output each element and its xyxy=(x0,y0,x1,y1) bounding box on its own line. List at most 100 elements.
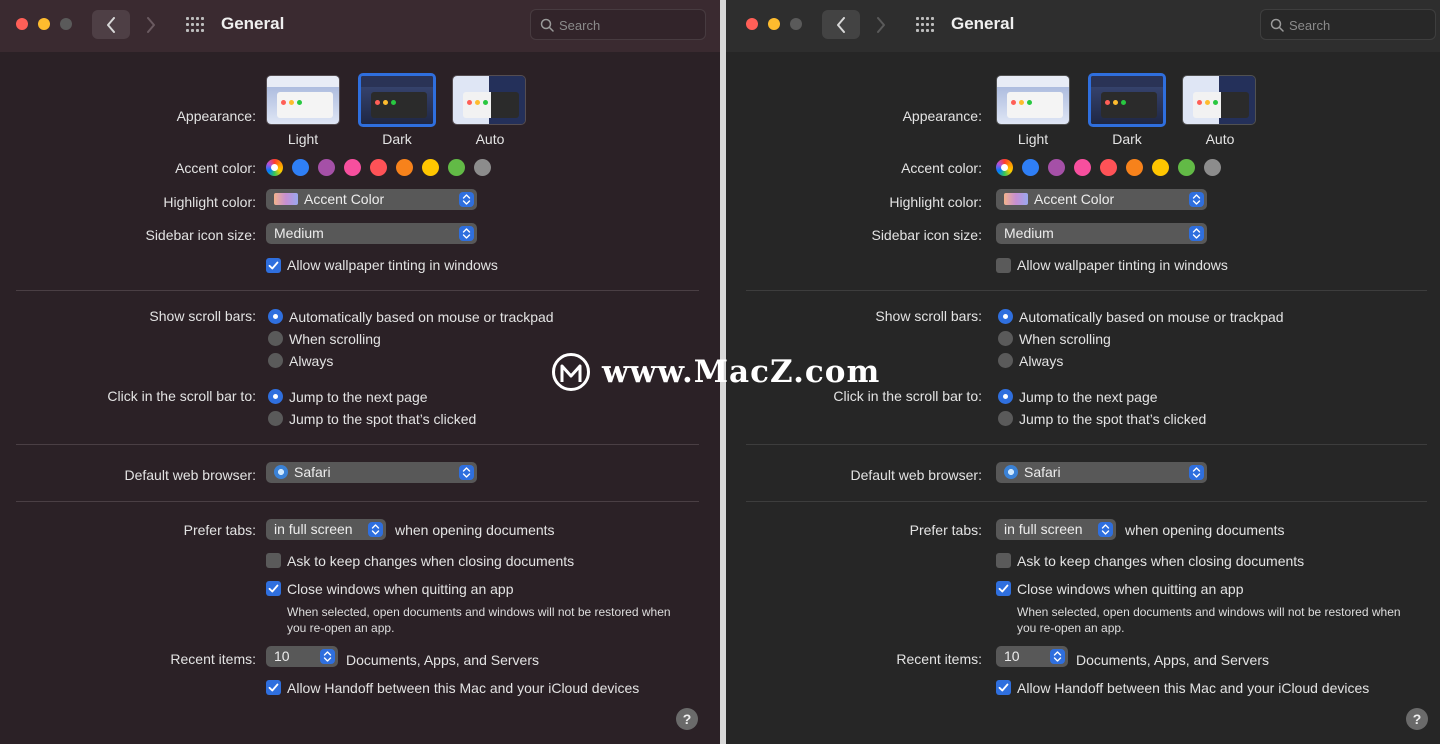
appearance-light-thumbnail[interactable] xyxy=(266,75,340,125)
search-field[interactable] xyxy=(530,9,706,40)
appearance-dark-label: Dark xyxy=(1112,131,1142,147)
divider xyxy=(16,501,699,502)
help-button[interactable]: ? xyxy=(1406,708,1428,730)
show-scroll-bars-label: Show scroll bars: xyxy=(149,308,256,324)
appearance-dark-thumbnail[interactable] xyxy=(358,73,436,127)
divider xyxy=(16,290,699,291)
accent-yellow-swatch[interactable] xyxy=(422,159,439,176)
accent-orange-swatch[interactable] xyxy=(396,159,413,176)
updown-arrows-icon xyxy=(1189,192,1204,207)
divider xyxy=(746,290,1427,291)
zoom-window-button[interactable] xyxy=(60,18,72,30)
handoff-checkbox[interactable] xyxy=(266,680,281,695)
window-title: General xyxy=(221,14,285,33)
close-windows-checkbox[interactable] xyxy=(266,581,281,596)
default-browser-popup[interactable]: Safari xyxy=(996,462,1207,483)
accent-yellow-swatch[interactable] xyxy=(1152,159,1169,176)
appearance-auto-thumbnail[interactable] xyxy=(452,75,526,125)
appearance-dark-thumbnail[interactable] xyxy=(1088,73,1166,127)
accent-multicolor-swatch[interactable] xyxy=(266,159,283,176)
sidebar-icon-size-popup[interactable]: Medium xyxy=(266,223,477,244)
updown-arrows-icon xyxy=(1189,465,1204,480)
minimize-window-button[interactable] xyxy=(38,18,50,30)
click-scroll-bar-label: Click in the scroll bar to: xyxy=(107,388,256,404)
sidebar-icon-size-value: Medium xyxy=(274,225,324,241)
scroll-auto-radio[interactable] xyxy=(268,309,283,324)
checkmark-icon xyxy=(998,683,1009,692)
close-window-button[interactable] xyxy=(16,18,28,30)
handoff-checkbox[interactable] xyxy=(996,680,1011,695)
handoff-label: Allow Handoff between this Mac and your … xyxy=(287,680,640,696)
accent-blue-swatch[interactable] xyxy=(292,159,309,176)
highlight-color-value: Accent Color xyxy=(1034,191,1115,207)
search-input[interactable] xyxy=(559,15,699,35)
show-all-grid-icon[interactable] xyxy=(186,17,206,33)
minimize-window-button[interactable] xyxy=(768,18,780,30)
highlight-color-popup[interactable]: Accent Color xyxy=(266,189,477,210)
updown-arrows-icon xyxy=(320,649,335,664)
wallpaper-tinting-checkbox[interactable] xyxy=(266,258,281,273)
scroll-when-scrolling-radio[interactable] xyxy=(268,331,283,346)
highlight-color-popup[interactable]: Accent Color xyxy=(996,189,1207,210)
search-input[interactable] xyxy=(1289,15,1429,35)
accent-red-swatch[interactable] xyxy=(1100,159,1117,176)
search-icon xyxy=(1270,18,1284,32)
accent-green-swatch[interactable] xyxy=(1178,159,1195,176)
close-windows-label: Close windows when quitting an app xyxy=(287,581,514,597)
prefer-tabs-label: Prefer tabs: xyxy=(183,522,256,538)
wallpaper-tinting-checkbox[interactable] xyxy=(996,258,1011,273)
sidebar-icon-size-popup[interactable]: Medium xyxy=(996,223,1207,244)
accent-red-swatch[interactable] xyxy=(370,159,387,176)
updown-arrows-icon xyxy=(459,192,474,207)
accent-purple-swatch[interactable] xyxy=(318,159,335,176)
recent-items-popup[interactable]: 10 xyxy=(996,646,1068,667)
jump-next-page-radio[interactable] xyxy=(268,389,283,404)
default-browser-value: Safari xyxy=(294,464,331,480)
titlebar: General xyxy=(726,0,1440,52)
appearance-light-thumbnail[interactable] xyxy=(996,75,1070,125)
forward-button[interactable] xyxy=(132,10,170,39)
jump-to-spot-radio[interactable] xyxy=(268,411,283,426)
ask-keep-changes-label: Ask to keep changes when closing documen… xyxy=(1017,553,1305,569)
prefer-tabs-popup[interactable]: in full screen xyxy=(266,519,386,540)
scroll-always-radio[interactable] xyxy=(268,353,283,368)
jump-next-page-radio[interactable] xyxy=(998,389,1013,404)
back-button[interactable] xyxy=(822,10,860,39)
scroll-always-radio[interactable] xyxy=(998,353,1013,368)
accent-pink-swatch[interactable] xyxy=(1074,159,1091,176)
accent-graphite-swatch[interactable] xyxy=(474,159,491,176)
forward-button[interactable] xyxy=(862,10,900,39)
search-field[interactable] xyxy=(1260,9,1436,40)
back-button[interactable] xyxy=(92,10,130,39)
accent-pink-swatch[interactable] xyxy=(344,159,361,176)
updown-arrows-icon xyxy=(459,465,474,480)
accent-multicolor-swatch[interactable] xyxy=(996,159,1013,176)
appearance-auto-label: Auto xyxy=(1205,131,1235,147)
close-windows-checkbox[interactable] xyxy=(996,581,1011,596)
recent-items-popup[interactable]: 10 xyxy=(266,646,338,667)
ask-keep-changes-checkbox[interactable] xyxy=(996,553,1011,568)
help-button[interactable]: ? xyxy=(676,708,698,730)
highlight-swatch-icon xyxy=(274,193,298,205)
prefer-tabs-popup[interactable]: in full screen xyxy=(996,519,1116,540)
default-browser-popup[interactable]: Safari xyxy=(266,462,477,483)
jump-next-page-label: Jump to the next page xyxy=(289,389,428,405)
scroll-auto-label: Automatically based on mouse or trackpad xyxy=(289,309,554,325)
accent-purple-swatch[interactable] xyxy=(1048,159,1065,176)
window-title: General xyxy=(951,14,1015,33)
accent-green-swatch[interactable] xyxy=(448,159,465,176)
close-window-button[interactable] xyxy=(746,18,758,30)
accent-orange-swatch[interactable] xyxy=(1126,159,1143,176)
zoom-window-button[interactable] xyxy=(790,18,802,30)
sidebar-icon-size-label: Sidebar icon size: xyxy=(145,227,256,243)
show-all-grid-icon[interactable] xyxy=(916,17,936,33)
appearance-auto-thumbnail[interactable] xyxy=(1182,75,1256,125)
accent-graphite-swatch[interactable] xyxy=(1204,159,1221,176)
chevron-left-icon xyxy=(837,16,845,33)
scroll-when-scrolling-radio[interactable] xyxy=(998,331,1013,346)
accent-blue-swatch[interactable] xyxy=(1022,159,1039,176)
scroll-auto-radio[interactable] xyxy=(998,309,1013,324)
ask-keep-changes-checkbox[interactable] xyxy=(266,553,281,568)
recent-items-label: Recent items: xyxy=(896,651,982,667)
jump-to-spot-radio[interactable] xyxy=(998,411,1013,426)
